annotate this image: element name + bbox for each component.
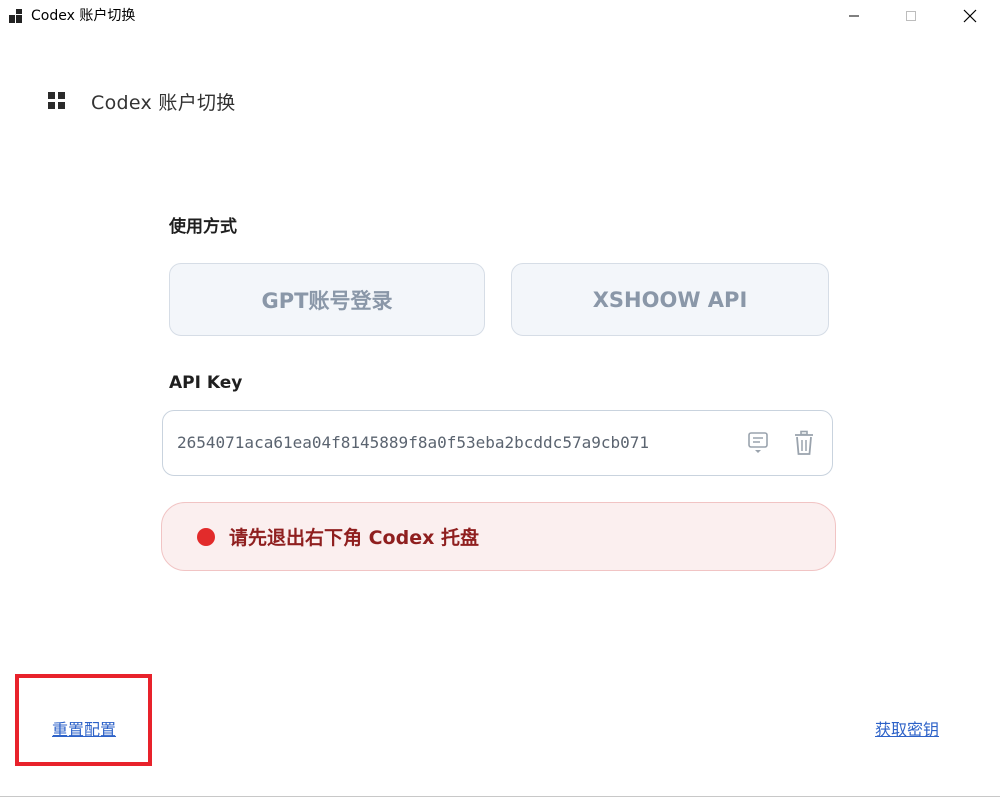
tray-warning-alert: 请先退出右下角 Codex 托盘 [161,502,836,571]
api-key-value: 2654071aca61ea04f8145889f8a0f53eba2bcddc… [177,433,650,452]
api-key-input[interactable]: 2654071aca61ea04f8145889f8a0f53eba2bcddc… [163,411,752,475]
maximize-button[interactable] [888,0,934,32]
delete-key-button[interactable] [791,430,817,456]
window-bottom-border [0,796,1000,797]
minimize-icon [849,15,859,17]
app-header: Codex 账户切换 [47,88,236,114]
status-dot [197,527,215,546]
app-title: Codex 账户切换 [91,91,236,114]
close-icon [963,9,977,23]
gpt-login-button[interactable]: GPT账号登录 [169,263,485,336]
reset-config-link[interactable]: 重置配置 [52,716,116,740]
trash-icon [795,430,813,455]
minimize-button[interactable] [831,0,877,32]
usage-mode-label: 使用方式 [169,217,237,237]
title-bar[interactable]: Codex 账户切换 [0,0,1000,32]
xshoow-api-button[interactable]: XSHOOW API [511,263,829,336]
get-key-link[interactable]: 获取密钥 [875,716,939,740]
app-window: Codex 账户切换 Codex 账户切换 使用方式 GPT账号登录 XSHOO… [0,0,1000,801]
paste-icon [748,432,768,453]
api-key-label: API Key [169,373,243,393]
alert-message: 请先退出右下角 Codex 托盘 [229,527,479,549]
api-key-field[interactable]: 2654071aca61ea04f8145889f8a0f53eba2bcddc… [162,410,833,476]
close-button[interactable] [947,0,993,32]
paste-button[interactable] [745,430,771,456]
maximize-icon [906,11,916,21]
app-grid-icon [48,92,65,109]
app-window-icon [9,9,22,23]
window-title: Codex 账户切换 [31,8,136,24]
